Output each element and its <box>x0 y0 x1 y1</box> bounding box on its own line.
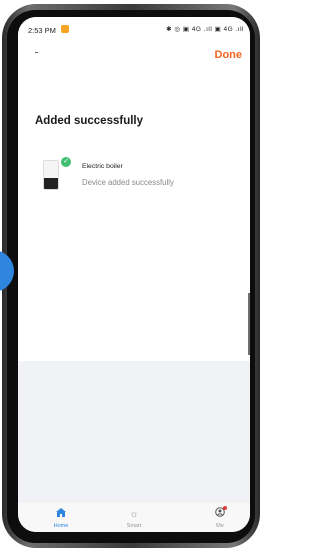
sun-icon: ☼ <box>129 509 139 520</box>
tab-home[interactable]: Home <box>31 508 91 529</box>
tab-me[interactable]: Me <box>190 506 250 529</box>
device-thumbnail <box>43 160 59 190</box>
status-bar: 2:53 PM ✱ ◎ ▣ 4G .ıll ▣ 4G .ıll <box>18 17 250 43</box>
system-status-icons: ✱ ◎ ▣ 4G .ıll ▣ 4G .ıll <box>166 26 244 33</box>
scrollbar[interactable] <box>248 293 250 355</box>
done-button[interactable]: Done <box>215 49 243 61</box>
tab-smart[interactable]: ☼ Smart <box>104 509 164 530</box>
home-icon <box>31 508 91 520</box>
tab-me-label: Me <box>216 523 224 529</box>
device-status: Device added successfully <box>82 178 174 187</box>
tab-home-label: Home <box>53 523 69 529</box>
user-icon <box>190 507 250 520</box>
notification-icon <box>61 25 69 33</box>
screen: 2:53 PM ✱ ◎ ▣ 4G .ıll ▣ 4G .ıll Done Add… <box>18 17 250 532</box>
back-indicator <box>35 52 38 53</box>
tab-smart-label: Smart <box>126 523 142 529</box>
device-name[interactable]: Electric boiler <box>82 163 123 170</box>
status-time: 2:53 PM <box>28 26 56 35</box>
check-icon: ✓ <box>61 157 71 167</box>
content-panel <box>18 43 250 361</box>
page-title: Added successfully <box>35 115 144 127</box>
phone-frame: 2:53 PM ✱ ◎ ▣ 4G .ıll ▣ 4G .ıll Done Add… <box>0 0 264 551</box>
bottom-tab-bar: Home ☼ Smart Me <box>18 501 250 532</box>
notification-dot <box>223 506 227 510</box>
